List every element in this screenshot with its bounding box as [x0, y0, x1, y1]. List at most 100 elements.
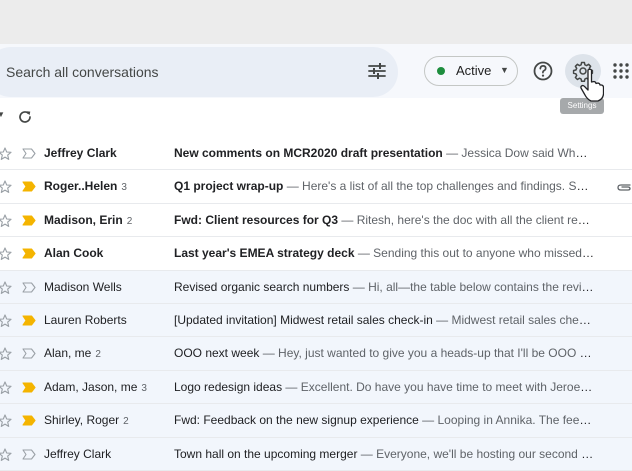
- status-dot-icon: [437, 67, 445, 75]
- thread-count: 2: [123, 416, 129, 428]
- email-sender: Shirley, Roger 2: [44, 413, 129, 427]
- important-marker-icon[interactable]: [22, 215, 36, 226]
- email-subject: Q1 project wrap-up: [174, 179, 284, 194]
- refresh-icon[interactable]: [16, 108, 34, 126]
- email-row[interactable]: Alan Cook Last year's EMEA strategy deck…: [0, 237, 632, 271]
- star-icon[interactable]: [0, 214, 12, 228]
- email-row[interactable]: Madison Wells Revised organic search num…: [0, 270, 632, 304]
- sender-name: Lauren Roberts: [44, 312, 127, 327]
- email-row[interactable]: Madison, Erin 2 Fwd: Client resources for…: [0, 203, 632, 238]
- email-subject-line: Revised organic search numbers — Hi, all…: [174, 280, 594, 294]
- star-icon[interactable]: [0, 314, 12, 328]
- sender-name: Shirley, Roger: [44, 413, 120, 428]
- email-subject: Town hall on the upcoming merger: [174, 446, 358, 461]
- email-subject-line: Logo redesign ideas — Excellent. Do have…: [174, 380, 594, 394]
- important-marker-icon[interactable]: [22, 415, 36, 426]
- sender-name: Jeffrey Clark: [44, 446, 112, 461]
- email-snippet: — Everyone, we'll be hosting our second …: [357, 446, 594, 461]
- sender-name: Adam, Jason, me: [44, 379, 138, 394]
- email-row[interactable]: Roger..Helen 3 Q1 project wrap-up — Here'…: [0, 170, 632, 204]
- star-icon[interactable]: [0, 281, 12, 295]
- email-snippet: — Ritesh, here's the doc with all the cl…: [338, 212, 594, 227]
- star-icon[interactable]: [0, 147, 12, 161]
- email-sender: Madison, Erin 2: [44, 213, 132, 227]
- star-icon[interactable]: [0, 180, 12, 194]
- important-marker-icon[interactable]: [22, 282, 36, 293]
- email-subject: Fwd: Feedback on the new signup experien…: [174, 413, 419, 428]
- sender-name: Madison Wells: [44, 279, 122, 294]
- filter-icon[interactable]: [366, 60, 388, 82]
- star-icon[interactable]: [0, 414, 12, 428]
- email-list: Jeffrey Clark New comments on MCR2020 dr…: [0, 137, 632, 471]
- sender-name: Madison, Erin: [44, 212, 123, 227]
- important-marker-icon[interactable]: [22, 181, 36, 192]
- status-dropdown[interactable]: Active ▼: [424, 56, 518, 86]
- sender-name: Alan Cook: [44, 246, 104, 261]
- email-snippet: — Jessica Dow said What ab...: [446, 146, 594, 160]
- important-marker-icon[interactable]: [22, 448, 36, 460]
- search-input[interactable]: Search all conversations: [6, 64, 159, 80]
- email-subject-line: Fwd: Client resources for Q3 — Ritesh, h…: [174, 213, 594, 227]
- email-snippet: — Here's a list of all the top challenge…: [283, 179, 594, 194]
- email-subject: Logo redesign ideas: [174, 379, 283, 394]
- email-sender: Roger..Helen 3: [44, 179, 127, 193]
- email-subject: Last year's EMEA strategy deck: [174, 246, 355, 261]
- mouse-pointer-icon: [580, 68, 604, 102]
- important-marker-icon[interactable]: [22, 382, 36, 393]
- email-subject: New comments on MCR2020 draft presentati…: [174, 146, 443, 160]
- email-subject-line: Q1 project wrap-up — Here's a list of al…: [174, 179, 594, 193]
- email-subject-line: Fwd: Feedback on the new signup experien…: [174, 413, 594, 427]
- email-row[interactable]: Lauren Roberts [Updated invitation] Midw…: [0, 303, 632, 338]
- thread-count: 3: [141, 382, 147, 394]
- important-marker-icon[interactable]: [22, 348, 36, 359]
- email-snippet: — Midwest retail sales chec...: [432, 312, 594, 327]
- email-sender: Jeffrey Clark: [44, 447, 115, 461]
- list-toolbar: [0, 98, 632, 136]
- email-row[interactable]: Adam, Jason, me 3 Logo redesign ideas — E…: [0, 370, 632, 405]
- email-sender: Jeffrey Clark: [44, 146, 121, 160]
- email-row[interactable]: Jeffrey Clark Town hall on the upcoming …: [0, 437, 632, 471]
- email-sender: Lauren Roberts: [44, 313, 131, 327]
- sender-name: Roger..Helen: [44, 179, 118, 194]
- email-sender: Alan Cook: [44, 246, 107, 260]
- star-icon[interactable]: [0, 347, 12, 361]
- thread-count: 2: [126, 215, 133, 227]
- email-subject: [Updated invitation] Midwest retail sale…: [174, 312, 433, 327]
- important-marker-icon[interactable]: [22, 315, 36, 326]
- apps-grid-icon[interactable]: [612, 62, 630, 80]
- email-snippet: — Hi, all—the table below contains the r…: [349, 279, 594, 294]
- thread-count: 3: [121, 182, 127, 194]
- email-snippet: — Hey, just wanted to give you a heads-u…: [259, 346, 594, 361]
- email-row[interactable]: Shirley, Roger 2 Fwd: Feedback on the new…: [0, 404, 632, 438]
- important-marker-icon[interactable]: [22, 248, 36, 259]
- email-subject-line: [Updated invitation] Midwest retail sale…: [174, 313, 594, 327]
- attachment-icon[interactable]: [616, 181, 632, 193]
- email-snippet: — Looping in Annika. The feedb...: [418, 413, 594, 428]
- email-subject-line: Town hall on the upcoming merger — Every…: [174, 447, 594, 461]
- star-icon[interactable]: [0, 247, 12, 261]
- email-subject-line: New comments on MCR2020 draft presentati…: [174, 146, 594, 160]
- email-subject-line: Last year's EMEA strategy deck — Sending…: [174, 246, 594, 260]
- email-snippet: — Sending this out to anyone who missed …: [354, 246, 594, 261]
- email-row[interactable]: Alan, me 2 OOO next week — Hey, just want…: [0, 337, 632, 371]
- email-row[interactable]: Jeffrey Clark New comments on MCR2020 dr…: [0, 137, 632, 171]
- email-subject: Revised organic search numbers: [174, 279, 350, 294]
- email-snippet: — Excellent. Do have you have time to me…: [282, 379, 594, 394]
- email-sender: Adam, Jason, me 3: [44, 380, 147, 394]
- sender-name: Alan, me: [44, 346, 92, 361]
- status-label: Active: [456, 63, 492, 78]
- email-sender: Madison Wells: [44, 280, 126, 294]
- star-icon[interactable]: [0, 447, 12, 462]
- select-dropdown-icon[interactable]: ▼: [0, 110, 5, 119]
- sender-name: Jeffrey Clark: [44, 146, 117, 160]
- help-icon[interactable]: [532, 60, 554, 82]
- thread-count: 2: [95, 349, 101, 361]
- window-top-band: [0, 0, 632, 44]
- chevron-down-icon: ▼: [500, 65, 509, 75]
- important-marker-icon[interactable]: [22, 148, 36, 159]
- email-subject: OOO next week: [174, 346, 260, 361]
- email-subject-line: OOO next week — Hey, just wanted to give…: [174, 346, 594, 360]
- email-sender: Alan, me 2: [44, 346, 101, 360]
- star-icon[interactable]: [0, 381, 12, 395]
- email-subject: Fwd: Client resources for Q3: [174, 212, 339, 227]
